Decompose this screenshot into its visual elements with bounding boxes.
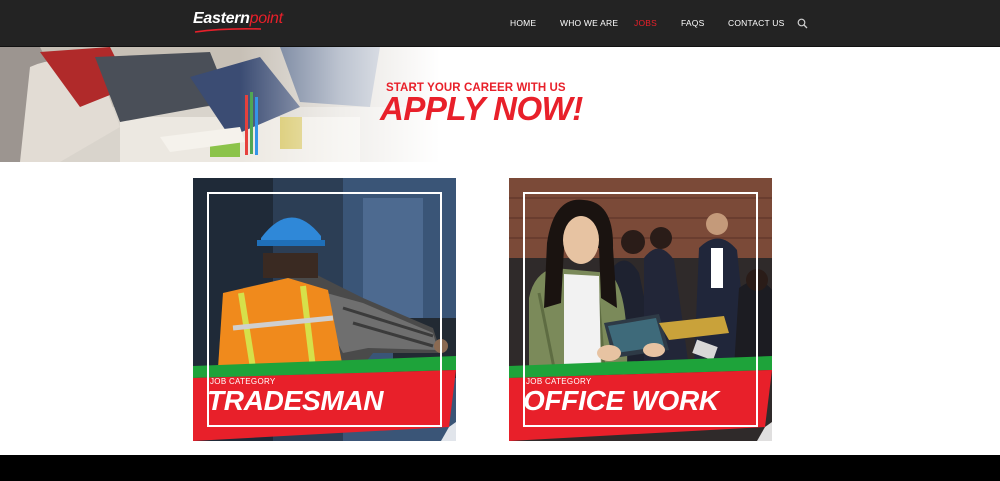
nav-item-contact-us[interactable]: CONTACT US: [728, 18, 784, 28]
nav-item-faqs[interactable]: FAQS: [681, 18, 704, 28]
nav-item-who-we-are[interactable]: WHO WE ARE: [560, 18, 618, 28]
job-category-card-office-work[interactable]: JOB CATEGORY OFFICE WORK: [509, 178, 772, 441]
page: Easternpoint HOME WHO WE ARE JOBS FAQS C…: [0, 0, 1000, 481]
nav-item-jobs[interactable]: JOBS: [634, 18, 657, 28]
category-title: OFFICE WORK: [523, 385, 719, 416]
search-icon[interactable]: [797, 18, 808, 29]
hero-banner: START YOUR CAREER WITH US APPLY NOW!: [0, 47, 1000, 162]
logo-swoosh-icon: [194, 28, 262, 33]
logo-text-point: point: [249, 10, 284, 27]
logo-text-eastern: Eastern: [193, 10, 250, 27]
job-category-card-tradesman[interactable]: JOB CATEGORY TRADESMAN: [193, 178, 456, 441]
site-logo[interactable]: Easternpoint: [193, 10, 283, 28]
hero-title: APPLY NOW!: [380, 90, 583, 127]
nav-item-home[interactable]: HOME: [510, 18, 536, 28]
footer-bar: [0, 455, 1000, 481]
top-navbar: Easternpoint HOME WHO WE ARE JOBS FAQS C…: [0, 0, 1000, 47]
category-title: TRADESMAN: [207, 385, 384, 416]
